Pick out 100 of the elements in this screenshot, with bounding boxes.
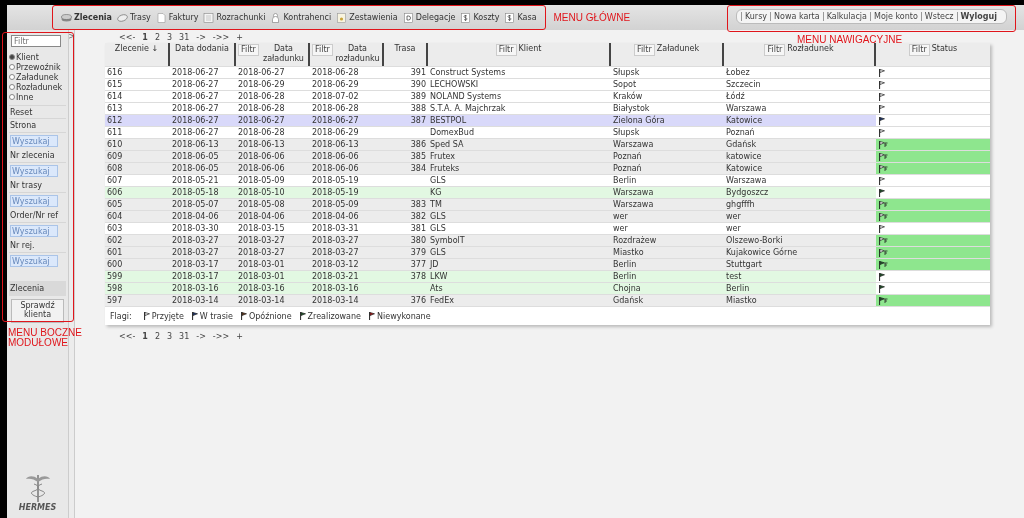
column-title[interactable]: Załadunek <box>656 44 700 54</box>
table-row[interactable]: 611 2018-06-27 2018-06-28 2018-06-29 DomexBud Słupsk Poznań <box>105 126 990 138</box>
page-link[interactable]: -> <box>196 332 206 341</box>
nav-link[interactable]: Kalkulacja <box>822 12 870 21</box>
tape-icon <box>117 12 128 23</box>
nav-link[interactable]: Kursy <box>740 12 771 21</box>
search-field[interactable]: Wyszukaj <box>10 135 58 147</box>
table-row[interactable]: 604 2018-04-06 2018-04-06 2018-04-06 382 GLS wer wer <box>105 210 990 222</box>
radio-icon[interactable] <box>9 94 15 100</box>
column-title[interactable]: Zlecenie ↓ <box>114 44 159 54</box>
column-title[interactable]: Klient <box>518 44 542 54</box>
table-cell-text: S.T.A. A. Majchrzak <box>429 103 507 114</box>
filter-button[interactable]: Filtr <box>495 44 517 56</box>
legend-item: W trasie <box>191 311 233 321</box>
nav-link[interactable]: Moje konto <box>870 12 921 21</box>
table-cell-text: 2018-06-29 <box>311 79 360 90</box>
main-menu-item[interactable]: Zestawienia <box>336 12 398 23</box>
table-cell-text: Warszawa <box>612 187 655 198</box>
table-row[interactable]: 599 2018-03-17 2018-03-01 2018-03-21 378 LKW Berlin test <box>105 270 990 282</box>
section-header: Zlecenia <box>9 281 66 296</box>
radio-icon[interactable] <box>9 84 15 90</box>
column-title[interactable]: Data rozładunku <box>334 44 380 64</box>
column-title[interactable]: Status <box>931 44 958 54</box>
table-row[interactable]: 609 2018-06-05 2018-06-06 2018-06-06 385 Frutex Poznań katowice <box>105 150 990 162</box>
table-row[interactable]: 605 2018-05-07 2018-05-08 2018-05-09 383 TM Warszawa ghgfffh <box>105 198 990 210</box>
table-row[interactable]: 597 2018-03-14 2018-03-14 2018-03-14 376 FedEx Gdańsk Miastko <box>105 294 990 306</box>
table-row[interactable]: 607 2018-05-21 2018-05-09 2018-05-19 GLS Berlin Warszawa <box>105 174 990 186</box>
radio-icon[interactable] <box>9 64 15 70</box>
radio-option[interactable]: Rozładunek <box>9 82 66 92</box>
radio-option[interactable]: Inne <box>9 92 66 102</box>
page-link[interactable]: 31 <box>179 33 190 42</box>
page-link[interactable]: -> <box>196 33 206 42</box>
radio-option[interactable]: Klient <box>9 52 66 62</box>
table-cell-text: 2018-03-01 <box>237 271 286 282</box>
page-link[interactable]: ->> <box>212 332 230 341</box>
radio-option[interactable]: Przewoźnik <box>9 62 66 72</box>
table-cell-text: 609 <box>106 151 124 162</box>
main-menu-item[interactable]: Kasa <box>504 12 537 23</box>
column-title[interactable]: Data dodania <box>175 44 229 54</box>
main-menu-item[interactable]: Rozrachunki <box>203 12 266 23</box>
main-menu-item[interactable]: Koszty <box>460 12 500 23</box>
page-link[interactable]: <<- <box>119 332 136 341</box>
table-row[interactable]: 603 2018-03-30 2018-03-15 2018-03-31 381 GLS wer wer <box>105 222 990 234</box>
page-link[interactable]: 31 <box>179 332 190 341</box>
table-row[interactable]: 602 2018-03-27 2018-03-27 2018-03-27 380 SymbolT Rozdrażew Olszewo-Borki <box>105 234 990 246</box>
main-menu-item[interactable]: Zlecenia <box>61 12 112 23</box>
nav-link[interactable]: Wstecz <box>920 12 957 21</box>
filter-button[interactable]: Filtr <box>633 44 655 56</box>
column-title[interactable]: Data załadunku <box>260 44 306 64</box>
table-row[interactable]: 614 2018-06-27 2018-06-28 2018-07-02 389 NOLAND Systems Kraków Łódź <box>105 90 990 102</box>
radio-icon[interactable] <box>9 74 15 80</box>
radio-icon[interactable] <box>9 54 15 60</box>
page-link[interactable]: 2 <box>154 33 160 42</box>
main-menu-item[interactable]: Delegacje <box>402 12 456 23</box>
table-row[interactable]: 612 2018-06-27 2018-06-27 2018-06-27 387 BESTPOL Zielona Góra Katowice <box>105 114 990 126</box>
page-link[interactable]: 3 <box>166 33 173 42</box>
search-field[interactable]: Wyszukaj <box>10 165 58 177</box>
filter-button[interactable]: Filtr <box>238 44 259 56</box>
table-cell-text: 2018-03-14 <box>171 295 220 306</box>
check-client-button[interactable]: Sprawdź klienta <box>11 299 64 323</box>
main-menu-item[interactable]: Trasy <box>117 12 151 23</box>
page-link[interactable]: <<- <box>119 33 136 42</box>
filter-button[interactable]: Filtr <box>764 44 786 56</box>
search-field[interactable]: Wyszukaj <box>10 255 58 267</box>
column-title[interactable]: Rozładunek <box>787 44 834 54</box>
filter-field[interactable]: Filtr <box>11 35 61 47</box>
table-row[interactable]: 601 2018-03-27 2018-03-27 2018-03-27 379 GLS Miastko Kujakowice Górne <box>105 246 990 258</box>
page-link[interactable]: + <box>236 33 243 42</box>
table-row[interactable]: 606 2018-05-18 2018-05-10 2018-05-19 KG Warszawa Bydgoszcz <box>105 186 990 198</box>
radio-option[interactable]: Załadunek <box>9 72 66 82</box>
table-row[interactable]: 615 2018-06-27 2018-06-29 2018-06-29 390 LECHOWSKI Sopot Szczecin <box>105 78 990 90</box>
table-row[interactable]: 616 2018-06-27 2018-06-27 2018-06-28 391 Construct Systems Słupsk Łobez <box>105 66 990 78</box>
reset-button[interactable]: Reset <box>9 105 66 119</box>
main-menu-item[interactable]: Kontrahenci <box>270 12 332 23</box>
table-cell-text: 2018-04-06 <box>311 211 360 222</box>
page-link[interactable]: 2 <box>154 332 160 341</box>
search-field[interactable]: Wyszukaj <box>10 225 58 237</box>
column-title[interactable]: Trasa <box>394 44 416 54</box>
nav-link[interactable]: Wyloguj <box>956 12 1000 21</box>
table-row[interactable]: 600 2018-03-17 2018-03-01 2018-03-12 377 JD Berlin Stuttgart <box>105 258 990 270</box>
main-menu-item[interactable]: Faktury <box>155 12 199 23</box>
table-cell-text: LKW <box>429 271 449 282</box>
page-link[interactable]: 1 <box>142 332 148 341</box>
table-row[interactable]: 608 2018-06-05 2018-06-06 2018-06-06 384 Fruteks Poznań Katowice <box>105 162 990 174</box>
page-link[interactable]: 1 <box>142 33 148 42</box>
table-row[interactable]: 598 2018-03-16 2018-03-16 2018-03-16 Ats Chojna Berlin <box>105 282 990 294</box>
filter-button[interactable]: Filtr <box>908 44 930 56</box>
table-cell-text: Łódź <box>725 91 746 102</box>
page-link[interactable]: ->> <box>212 33 230 42</box>
table-cell-text: 388 <box>409 103 427 114</box>
table-cell-text: TM <box>429 199 443 210</box>
nav-link[interactable]: Nowa karta <box>770 12 823 21</box>
page-link[interactable]: 3 <box>166 332 173 341</box>
table-cell-text: 2018-06-28 <box>237 91 286 102</box>
search-field[interactable]: Wyszukaj <box>10 195 58 207</box>
table-cell-text: 378 <box>409 271 427 282</box>
table-row[interactable]: 613 2018-06-27 2018-06-28 2018-06-28 388 S.T.A. A. Majchrzak Białystok Warszawa <box>105 102 990 114</box>
page-link[interactable]: + <box>236 332 243 341</box>
table-row[interactable]: 610 2018-06-13 2018-06-13 2018-06-13 386 Sped SA Warszawa Gdańsk <box>105 138 990 150</box>
filter-button[interactable]: Filtr <box>312 44 333 56</box>
